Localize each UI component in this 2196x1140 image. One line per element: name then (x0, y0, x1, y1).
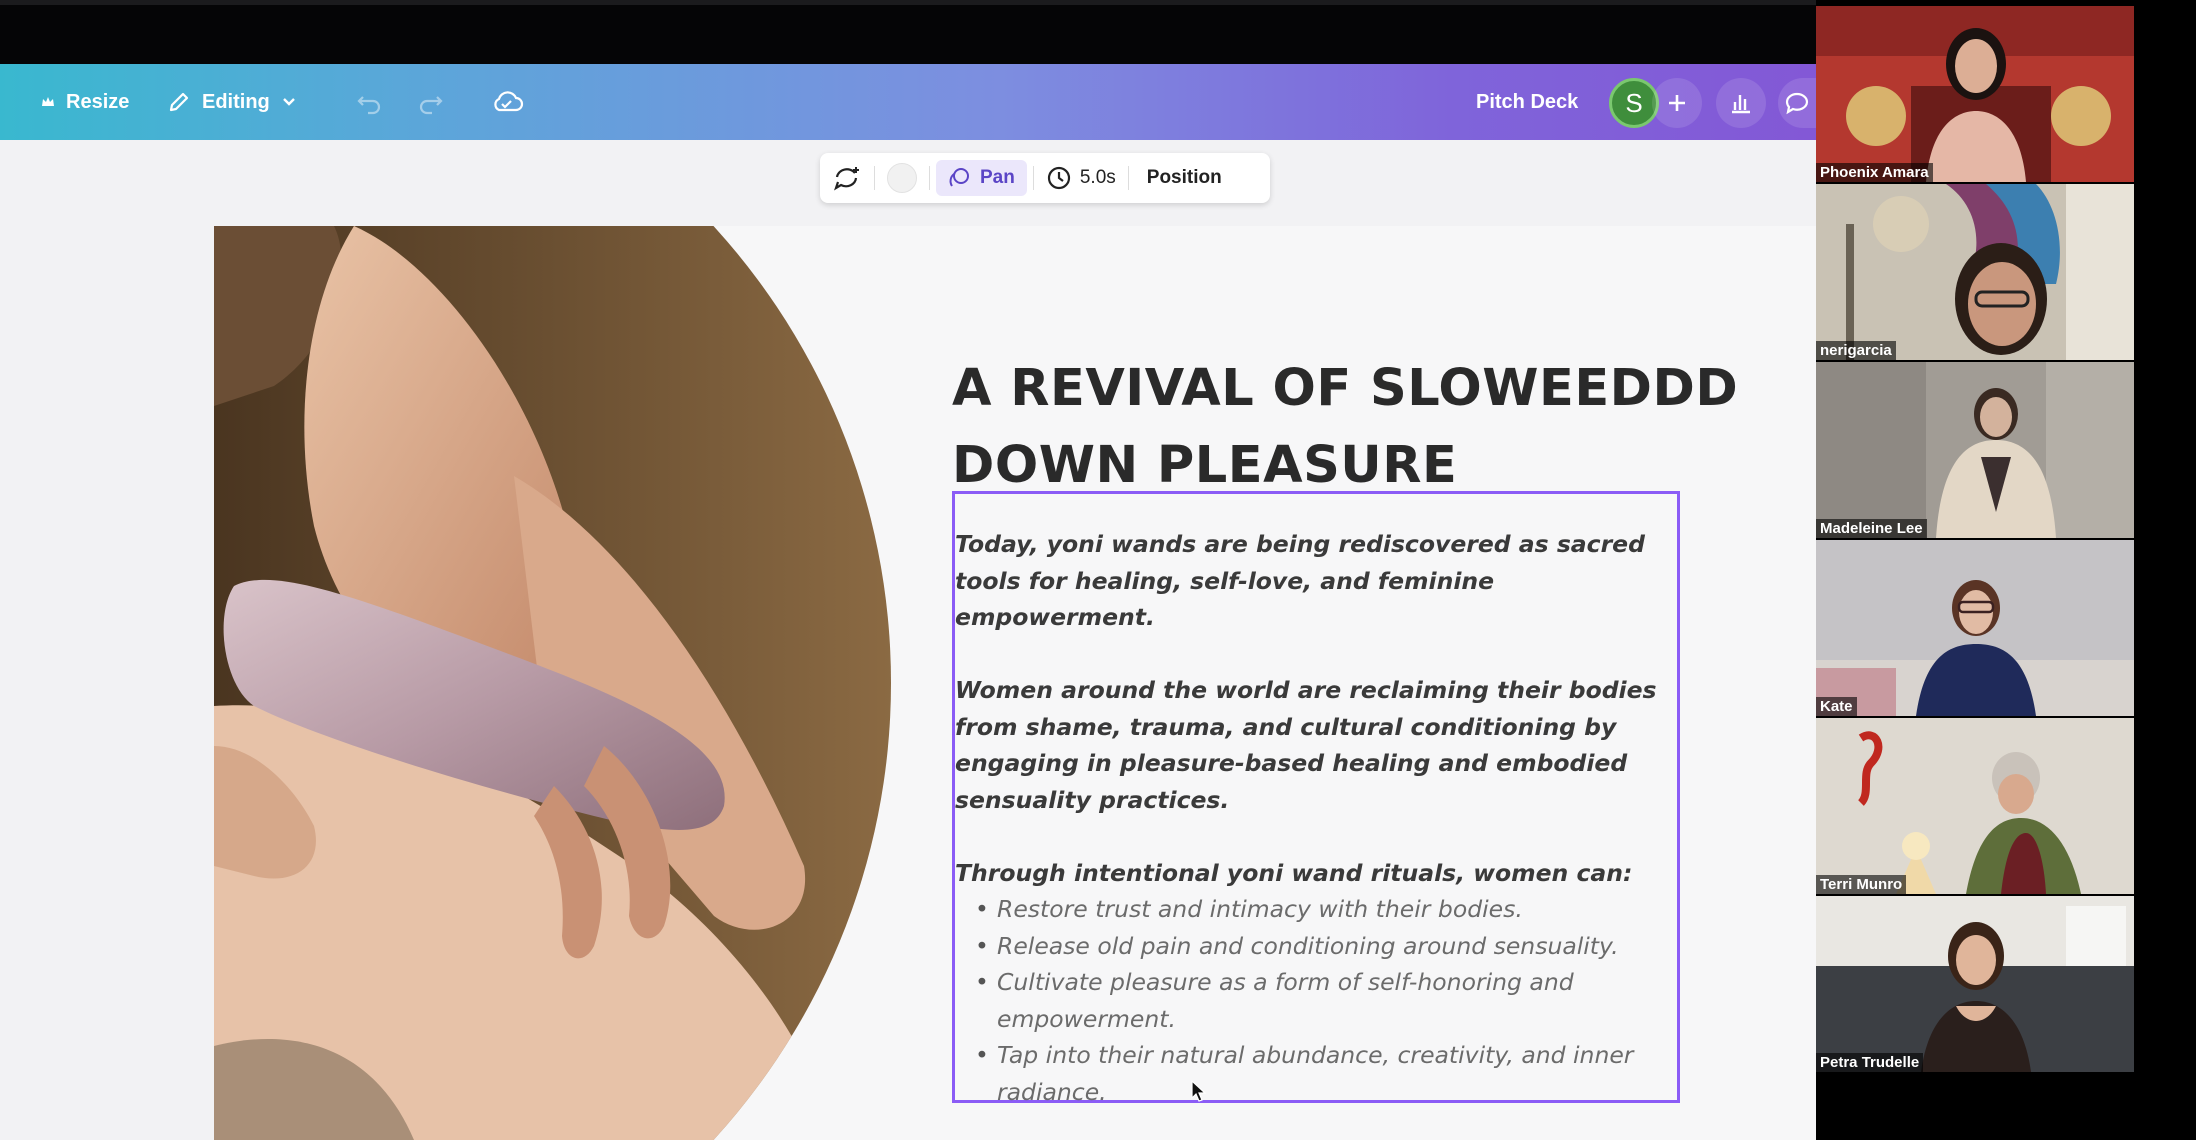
bullet-text: empowerment. (997, 1004, 1176, 1033)
bullet-text: radiance. (997, 1077, 1107, 1106)
participant-name: Phoenix Amara (1816, 163, 1933, 182)
editing-label: Editing (202, 90, 270, 113)
element-floating-toolbar: Pan 5.0s Position (820, 153, 1270, 203)
screen-top-strip (0, 0, 1816, 64)
doc-title-text: Pitch Deck (1476, 90, 1579, 113)
duration-button[interactable]: 5.0s (1034, 153, 1128, 203)
participant-video (1816, 362, 2134, 538)
participant-name: Terri Munro (1816, 875, 1907, 894)
bullet-item: Tap into their natural abundance, creati… (975, 1037, 1677, 1110)
redo-icon (416, 87, 446, 117)
bar-chart-icon (1728, 90, 1754, 116)
clock-icon (1046, 165, 1072, 191)
comment-icon (1783, 90, 1811, 116)
pencil-icon (166, 89, 192, 115)
list-intro: Through intentional yoni wand rituals, w… (955, 858, 1633, 887)
participant-video (1816, 896, 2134, 1072)
crown-icon (40, 94, 56, 110)
chevron-down-icon (280, 93, 298, 111)
undo-icon (354, 87, 384, 117)
insights-button[interactable] (1716, 78, 1766, 128)
bullet-text: Restore trust and intimacy with their bo… (997, 895, 1523, 923)
plus-icon (1666, 92, 1688, 114)
avatar-initial: S (1625, 87, 1643, 118)
participant-video (1816, 6, 2134, 182)
headline-line-1: A REVIVAL OF SLOWEEDDD (952, 359, 1739, 418)
paragraph-line: tools for healing, self-love, and femini… (955, 566, 1495, 632)
top-edge (0, 0, 1816, 5)
participant-tile[interactable]: Terri Munro (1816, 718, 2134, 894)
bullet-text: Tap into their natural abundance, creati… (997, 1041, 1634, 1069)
selected-text-box[interactable]: Today, yoni wands are being rediscovered… (952, 491, 1680, 1106)
participant-name: Madeleine Lee (1816, 519, 1927, 538)
mouse-cursor-icon (1191, 1079, 1207, 1109)
bullet-item: Cultivate pleasure as a form of self-hon… (975, 964, 1677, 1037)
participant-tile[interactable]: Phoenix Amara (1816, 6, 2134, 182)
pan-pill: Pan (936, 160, 1027, 196)
resize-button[interactable]: Resize (40, 64, 129, 140)
document-title[interactable]: Pitch Deck (1476, 64, 1578, 140)
pan-label: Pan (980, 167, 1015, 188)
slide-photo[interactable] (214, 226, 894, 1140)
panel-margin (2134, 0, 2196, 1140)
pan-animation-button[interactable]: Pan (930, 153, 1033, 203)
participant-tile[interactable]: nerigarcia (1816, 184, 2134, 360)
editing-mode-dropdown[interactable]: Editing (166, 64, 298, 140)
participant-tile[interactable]: Kate (1816, 540, 2134, 716)
undo-button[interactable] (354, 64, 384, 140)
color-swatch (887, 163, 917, 193)
participant-tile[interactable]: Madeleine Lee (1816, 362, 2134, 538)
participant-video (1816, 540, 2134, 716)
participant-tile[interactable]: Petra Trudelle (1816, 896, 2134, 1072)
position-button[interactable]: Position (1129, 153, 1240, 203)
comments-button[interactable] (1778, 78, 1816, 128)
bullet-item: Restore trust and intimacy with their bo… (975, 891, 1677, 928)
participant-name: Petra Trudelle (1816, 1053, 1924, 1072)
cloud-save-status[interactable] (490, 64, 524, 140)
bullet-list: Restore trust and intimacy with their bo… (955, 891, 1677, 1110)
redo-button[interactable] (416, 64, 446, 140)
participant-name: Kate (1816, 697, 1857, 716)
paragraph-line: sensuality practices. (955, 785, 1230, 814)
animate-button[interactable] (820, 153, 874, 203)
slide-headline[interactable]: A REVIVAL OF SLOWEEDDD DOWN PLEASURE (952, 350, 1802, 504)
paragraph-line: from shame, trauma, and cultural conditi… (955, 712, 1617, 741)
paragraph-line: engaging in pleasure-based healing and e… (955, 749, 1628, 777)
participant-video (1816, 718, 2134, 894)
bullet-item: Release old pain and conditioning around… (975, 928, 1677, 965)
duration-label: 5.0s (1079, 167, 1116, 188)
position-label: Position (1146, 167, 1222, 188)
cloud-check-icon (490, 88, 524, 116)
color-picker[interactable] (875, 153, 929, 203)
video-participants-panel: Phoenix Amara nerigarcia Madeleine Lee K… (1816, 0, 2196, 1140)
bullet-text: Release old pain and conditioning around… (997, 931, 1619, 960)
resize-label: Resize (66, 90, 130, 113)
paragraph-line: Women around the world are reclaiming th… (955, 676, 1657, 704)
participant-name: nerigarcia (1816, 341, 1896, 360)
paragraph-line: Today, yoni wands are being rediscovered… (955, 530, 1645, 558)
speech-sparkle-icon (832, 164, 862, 192)
bullet-text: Cultivate pleasure as a form of self-hon… (997, 968, 1574, 996)
add-collaborator-button[interactable] (1652, 78, 1702, 128)
editor-toolbar: Resize Editing Pitch Deck S (0, 64, 1816, 140)
pan-icon (948, 166, 972, 190)
participant-video (1816, 184, 2134, 360)
